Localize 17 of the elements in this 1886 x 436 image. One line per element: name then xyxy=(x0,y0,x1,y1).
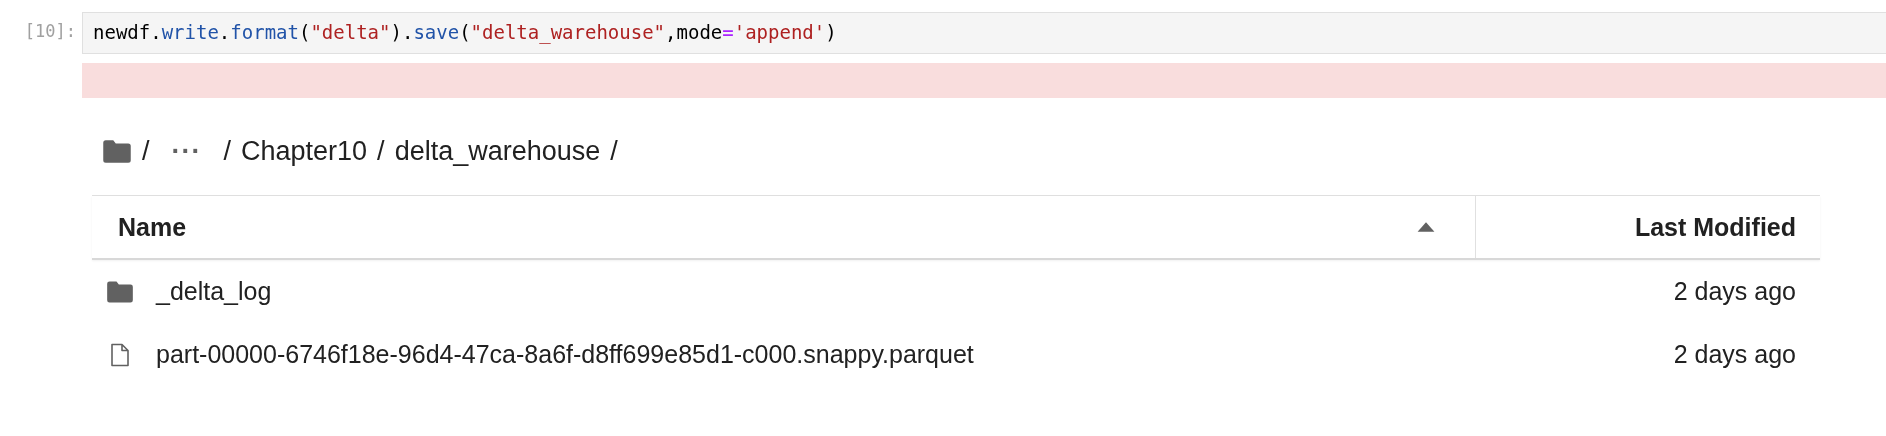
ellipsis-button[interactable]: ··· xyxy=(159,135,214,167)
folder-icon xyxy=(102,138,132,164)
column-header[interactable]: Last Modified xyxy=(1634,212,1796,242)
breadcrumb-separator: / xyxy=(223,135,231,167)
breadcrumb-link[interactable]: Chapter10 xyxy=(241,135,368,167)
file-name[interactable]: part-00000-6746f18e-96d4-47ca-8a6f-d8ff699e85d1-c000.snappy.parquet xyxy=(156,340,974,369)
breadcrumb-separator: / xyxy=(142,135,150,167)
file-name[interactable]: _delta_log xyxy=(156,277,272,306)
code-input[interactable]: newdf.write.format("delta").save("delta_warehouse",mode='append') xyxy=(82,12,1886,54)
modified-date: 2 days ago xyxy=(1673,277,1797,306)
column-header[interactable]: Name xyxy=(118,212,187,242)
breadcrumb-separator: / xyxy=(610,135,618,167)
breadcrumb-separator: / xyxy=(377,135,385,167)
cell-prompt: [10]: xyxy=(24,20,76,43)
breadcrumb-link[interactable]: delta_warehouse xyxy=(394,135,601,167)
modified-date: 2 days ago xyxy=(1673,340,1797,369)
folder-icon xyxy=(106,279,134,304)
